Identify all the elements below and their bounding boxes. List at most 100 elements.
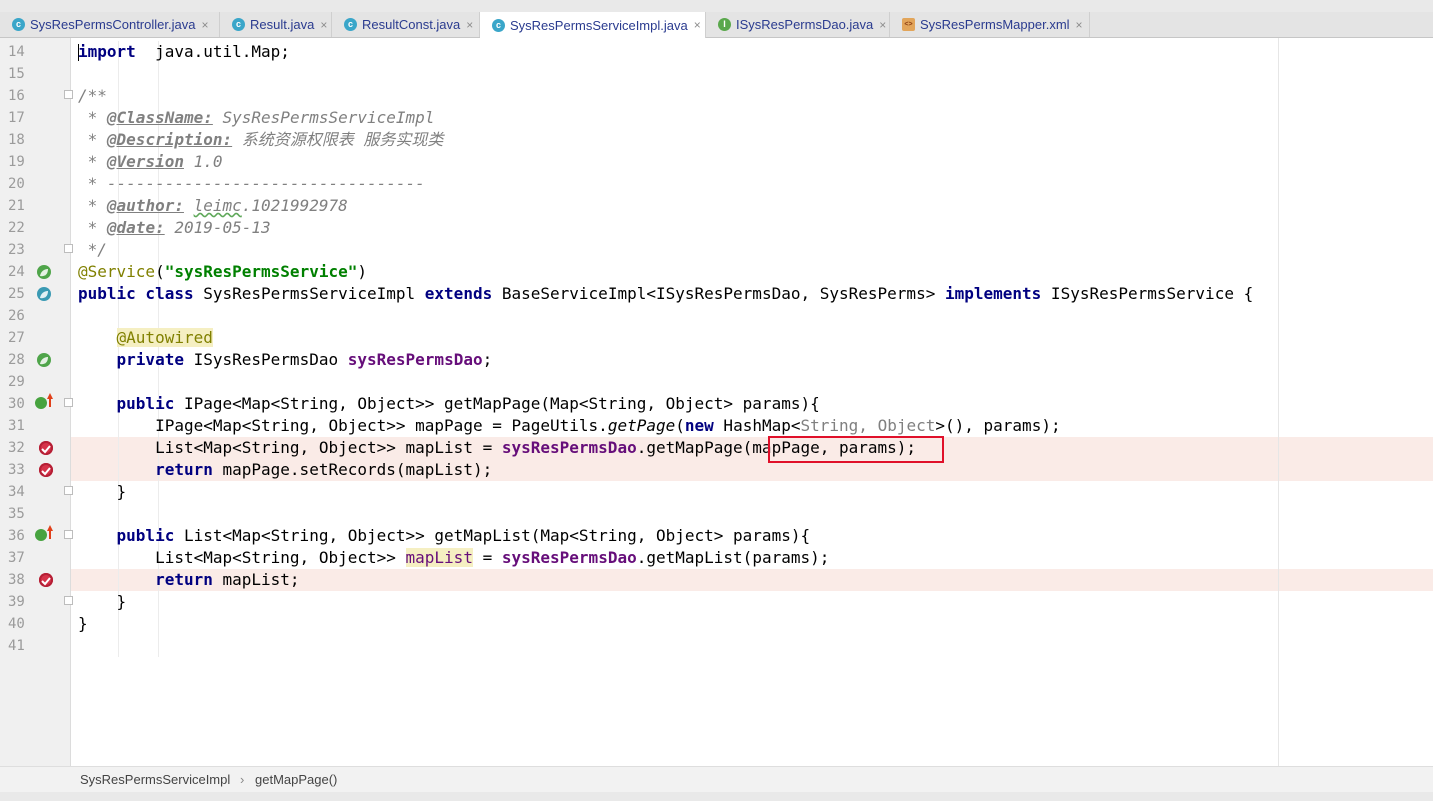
code-token: SysResPermsServiceImpl <box>193 284 425 303</box>
breakpoint-icon[interactable] <box>39 441 53 455</box>
close-icon[interactable]: × <box>879 18 886 32</box>
close-icon[interactable]: × <box>694 18 701 32</box>
code-token: return <box>155 460 213 479</box>
breadcrumb-class[interactable]: SysResPermsServiceImpl <box>80 772 230 787</box>
up-arrow-stem <box>49 398 51 407</box>
code-token: 系统资源权限表 服务实现类 <box>232 130 444 149</box>
tab-4[interactable]: c SysResPermsServiceImpl.java × <box>480 12 706 38</box>
indent-guide <box>118 63 119 85</box>
breakpoint-icon[interactable] <box>39 463 53 477</box>
code-token: * <box>78 108 107 127</box>
line-number: 32 <box>8 440 25 456</box>
editor-tab-bar: c SysResPermsController.java × c Result.java… <box>0 12 1433 38</box>
indent-guide <box>158 591 159 613</box>
line-number: 28 <box>8 352 25 368</box>
close-icon[interactable]: × <box>320 18 327 32</box>
line-number: 29 <box>8 374 25 390</box>
code-token: * <box>78 196 107 215</box>
fold-icon[interactable] <box>64 596 73 605</box>
code-text: */ <box>78 239 107 261</box>
code-token: 1.0 <box>183 152 223 171</box>
code-token: private <box>116 350 184 369</box>
code-line: public List<Map<String, Object>> getMapL… <box>71 525 1433 547</box>
fold-icon[interactable] <box>64 398 73 407</box>
indent-guide <box>158 635 159 657</box>
code-token: @Autowired <box>116 328 213 347</box>
fold-icon[interactable] <box>64 90 73 99</box>
code-text: List<Map<String, Object>> mapList = sysR… <box>78 547 829 569</box>
tab-2[interactable]: c Result.java × <box>220 12 332 37</box>
code-token: SysResPermsServiceImpl <box>212 108 435 127</box>
indent-guide <box>118 85 119 107</box>
implements-method-icon <box>35 525 53 541</box>
line-number: 20 <box>8 176 25 192</box>
code-token: "sysResPermsService" <box>164 262 358 281</box>
code-text: } <box>78 481 127 503</box>
close-icon[interactable]: × <box>1076 18 1083 32</box>
tab-6[interactable]: <> SysResPermsMapper.xml × <box>890 12 1090 37</box>
code-token: * <box>78 152 107 171</box>
code-token: leimc <box>193 196 242 215</box>
code-line: * @date: 2019-05-13 <box>71 217 1433 239</box>
fold-icon[interactable] <box>64 530 73 539</box>
code-line <box>71 63 1433 85</box>
code-token: @Version <box>106 152 184 171</box>
line-number: 36 <box>8 528 25 544</box>
code-token: .1021992978 <box>241 196 348 215</box>
code-line: public IPage<Map<String, Object>> getMap… <box>71 393 1433 415</box>
line-number: 21 <box>8 198 25 214</box>
right-margin-guide <box>1278 38 1279 766</box>
code-token: } <box>78 614 88 633</box>
code-token: /** <box>78 86 107 105</box>
code-token: ISysResPermsService { <box>1041 284 1254 303</box>
code-line: List<Map<String, Object>> mapList = sysR… <box>71 437 1433 459</box>
close-icon[interactable]: × <box>466 18 473 32</box>
code-text: * @date: 2019-05-13 <box>78 217 271 239</box>
tab-1[interactable]: c SysResPermsController.java × <box>0 12 220 37</box>
line-number: 19 <box>8 154 25 170</box>
code-token: mapList <box>405 548 473 567</box>
code-line <box>71 305 1433 327</box>
code-token: 2019-05-13 <box>164 218 271 237</box>
line-number: 26 <box>8 308 25 324</box>
close-icon[interactable]: × <box>201 18 208 32</box>
code-token: @ClassName: <box>106 108 213 127</box>
line-number: 34 <box>8 484 25 500</box>
code-editor[interactable]: import java.util.Map; /** * @ClassName: S… <box>71 38 1433 766</box>
code-line: } <box>71 591 1433 613</box>
code-line: public class SysResPermsServiceImpl exte… <box>71 283 1433 305</box>
code-text: } <box>78 613 88 635</box>
spring-bean-icon <box>37 287 51 301</box>
fold-icon[interactable] <box>64 244 73 253</box>
code-line <box>71 635 1433 657</box>
code-text: * @author: leimc.1021992978 <box>78 195 348 217</box>
code-token: String, Object <box>800 416 936 435</box>
line-number: 27 <box>8 330 25 346</box>
indent-guide <box>118 305 119 327</box>
code-token: implements <box>944 284 1042 303</box>
indent-guide <box>158 239 159 261</box>
code-line: * @Description: 系统资源权限表 服务实现类 <box>71 129 1433 151</box>
code-line: */ <box>71 239 1433 261</box>
indent-guide <box>158 481 159 503</box>
code-token: List<Map<String, Object>> <box>78 548 406 567</box>
tab-label: SysResPermsController.java <box>30 17 196 32</box>
code-text: } <box>78 591 127 613</box>
tab-label: ResultConst.java <box>362 17 461 32</box>
code-token: return <box>155 570 213 589</box>
code-text: IPage<Map<String, Object>> mapPage = Pag… <box>78 415 1061 437</box>
line-number: 38 <box>8 572 25 588</box>
tab-5[interactable]: I ISysResPermsDao.java × <box>706 12 890 37</box>
class-icon: c <box>12 18 25 31</box>
breakpoint-icon[interactable] <box>39 573 53 587</box>
code-text: private ISysResPermsDao sysResPermsDao; <box>78 349 493 371</box>
code-token: ( <box>155 262 165 281</box>
tab-label: SysResPermsMapper.xml <box>920 17 1070 32</box>
tab-3[interactable]: c ResultConst.java × <box>332 12 480 37</box>
fold-icon[interactable] <box>64 486 73 495</box>
code-token: sysResPermsDao <box>501 438 637 457</box>
class-icon: c <box>492 18 505 32</box>
breadcrumb-method[interactable]: getMapPage() <box>255 772 337 787</box>
code-token: IPage<Map<String, Object>> getMapPage(Ma… <box>174 394 820 413</box>
